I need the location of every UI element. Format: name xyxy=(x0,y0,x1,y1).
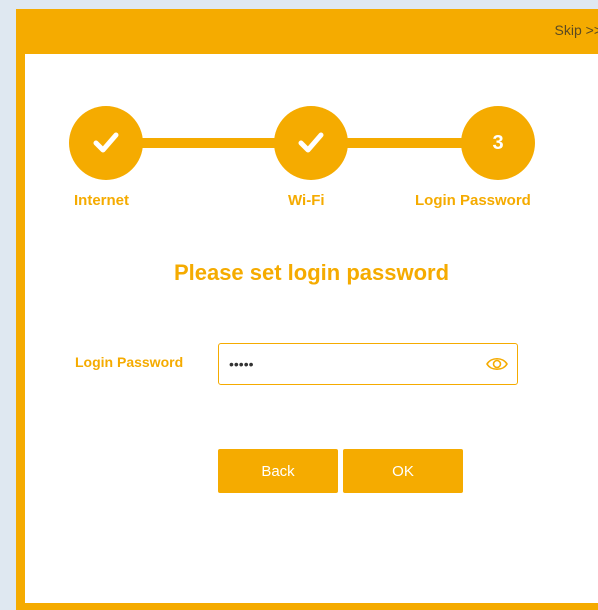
skip-link[interactable]: Skip >> xyxy=(555,22,598,38)
step-label-internet: Internet xyxy=(74,192,130,209)
wizard-frame: Skip >> 3 Internet Wi-Fi Login Password xyxy=(16,9,598,610)
step-label-login-password: Login Password xyxy=(415,192,531,209)
password-field[interactable] xyxy=(218,343,518,385)
step-number: 3 xyxy=(492,131,504,154)
step-connector-1 xyxy=(135,138,295,148)
wizard-content: 3 Internet Wi-Fi Login Password Please s… xyxy=(25,54,598,603)
step-login-password-circle: 3 xyxy=(461,106,535,180)
wizard-header: Skip >> xyxy=(16,9,598,54)
password-input[interactable] xyxy=(229,352,469,376)
checkmark-icon xyxy=(298,132,324,153)
checkmark-icon xyxy=(93,132,119,153)
eye-icon[interactable] xyxy=(485,354,509,374)
step-wifi-circle xyxy=(274,106,348,180)
password-label: Login Password xyxy=(75,354,184,370)
ok-button[interactable]: OK xyxy=(343,449,463,493)
step-internet-circle xyxy=(69,106,143,180)
page-title: Please set login password xyxy=(173,260,450,285)
back-button[interactable]: Back xyxy=(218,449,338,493)
step-label-wifi: Wi-Fi xyxy=(288,192,325,209)
